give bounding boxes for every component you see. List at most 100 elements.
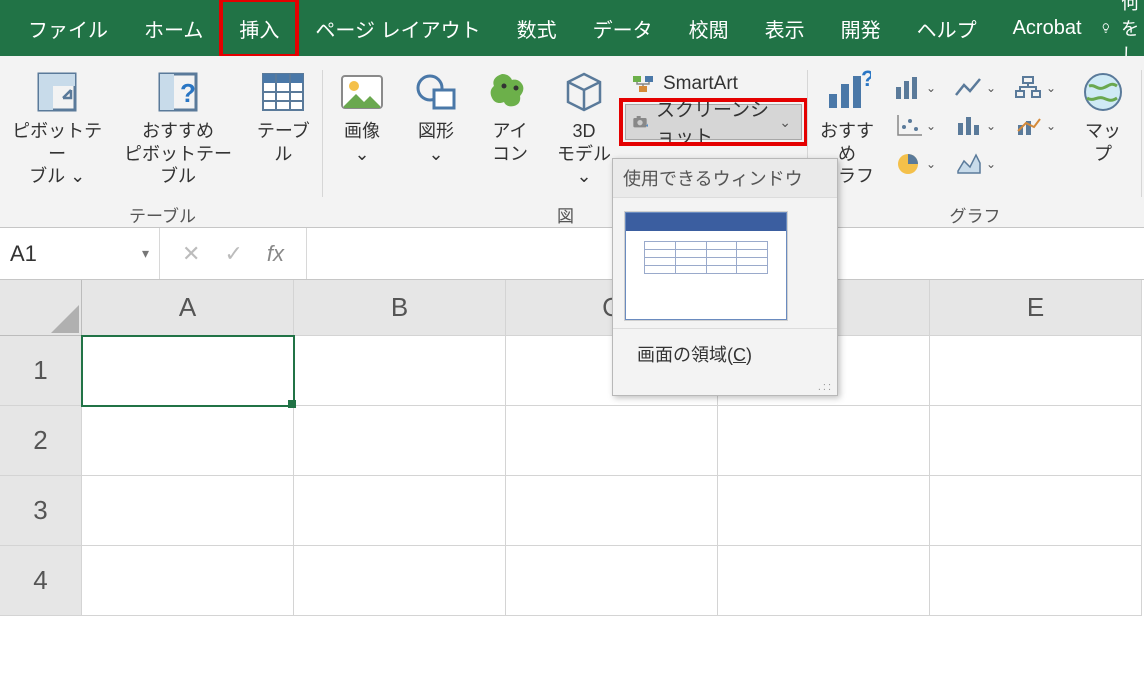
group-charts: ? おすすめ グラフ ⌄ ⌄ ⌄ ⌄ ⌄ ⌄ ⌄ ⌄ マッ プ — [808, 62, 1142, 227]
camera-icon: + — [632, 110, 648, 134]
cell-A4[interactable] — [82, 546, 294, 616]
tab-review[interactable]: 校閲 — [671, 0, 747, 56]
table-icon — [259, 68, 307, 116]
tab-home[interactable]: ホーム — [126, 0, 221, 56]
row-header-4[interactable]: 4 — [0, 546, 82, 616]
row-header-2[interactable]: 2 — [0, 406, 82, 476]
name-box-value: A1 — [10, 241, 37, 267]
recommended-pivottable-icon: ? — [154, 68, 202, 116]
cell-D3[interactable] — [718, 476, 930, 546]
row-header-3[interactable]: 3 — [0, 476, 82, 546]
screen-clipping-label: 画面の領域(C) — [637, 341, 752, 367]
maps-label: マッ プ — [1085, 120, 1121, 165]
chart-surface-button[interactable]: ⌄ — [948, 146, 1002, 182]
svg-text:+: + — [645, 122, 648, 129]
tab-page-layout[interactable]: ページ レイアウト — [297, 0, 498, 56]
tab-acrobat[interactable]: Acrobat — [995, 0, 1100, 56]
screenshot-dropdown: 使用できるウィンドウ + 画面の領域(C) .:: — [612, 158, 838, 396]
pictures-button[interactable]: 画像 ⌄ — [329, 66, 395, 167]
col-header-A[interactable]: A — [82, 280, 294, 336]
screen-clipping-button[interactable]: + 画面の領域(C) — [613, 328, 837, 381]
chevron-down-icon: ▾ — [142, 245, 149, 262]
tab-file[interactable]: ファイル — [10, 0, 126, 56]
table-button[interactable]: テーブル — [250, 66, 317, 167]
shapes-icon — [412, 68, 460, 116]
screenshot-button[interactable]: + スクリーンショット ⌄ — [625, 104, 802, 140]
chart-scatter-button[interactable]: ⌄ — [888, 108, 942, 144]
cell-B2[interactable] — [294, 406, 506, 476]
group-illustrations-label: 図 — [557, 201, 574, 227]
available-windows-header: 使用できるウィンドウ — [613, 159, 837, 198]
tab-insert[interactable]: 挿入 — [221, 0, 297, 56]
group-tables-label: テーブル — [129, 201, 196, 227]
cell-C2[interactable] — [506, 406, 718, 476]
cell-B4[interactable] — [294, 546, 506, 616]
smartart-icon — [631, 72, 655, 96]
cell-A1[interactable] — [82, 336, 294, 406]
tab-formulas[interactable]: 数式 — [499, 0, 575, 56]
cell-B3[interactable] — [294, 476, 506, 546]
formula-bar: A1 ▾ ✕ ✓ fx — [0, 228, 1144, 280]
col-header-B[interactable]: B — [294, 280, 506, 336]
cell-B1[interactable] — [294, 336, 506, 406]
cell-E4[interactable] — [930, 546, 1142, 616]
pivottable-button[interactable]: ピボットテー ブル ⌄ — [8, 66, 106, 190]
cube-icon — [560, 68, 608, 116]
maps-button[interactable]: マッ プ — [1070, 66, 1136, 167]
svg-text:?: ? — [180, 78, 196, 108]
resize-grip-icon: .:: — [613, 381, 837, 395]
cell-A2[interactable] — [82, 406, 294, 476]
enter-icon[interactable]: ✓ — [224, 241, 242, 267]
pivottable-label: ピボットテー ブル ⌄ — [12, 120, 102, 188]
screenshot-label: スクリーンショット — [656, 95, 769, 149]
worksheet-grid: A B C D E 1 2 3 4 — [0, 280, 1144, 616]
cell-D2[interactable] — [718, 406, 930, 476]
globe-icon — [1079, 68, 1127, 116]
pictures-icon — [338, 68, 386, 116]
group-charts-label: グラフ — [950, 201, 1001, 227]
table-label: テーブル — [254, 120, 313, 165]
select-all-corner[interactable] — [0, 280, 82, 336]
recommended-pivottable-button[interactable]: ? おすすめ ピボットテーブル — [114, 66, 241, 190]
cell-C4[interactable] — [506, 546, 718, 616]
recommended-charts-icon: ? — [823, 68, 871, 116]
name-box[interactable]: A1 ▾ — [0, 228, 160, 279]
chart-type-gallery: ⌄ ⌄ ⌄ ⌄ ⌄ ⌄ ⌄ ⌄ — [888, 66, 1062, 182]
lightbulb-icon — [1100, 17, 1112, 39]
svg-text:?: ? — [861, 68, 871, 91]
tab-data[interactable]: データ — [575, 0, 671, 56]
chart-column-button[interactable]: ⌄ — [888, 70, 942, 106]
cell-E3[interactable] — [930, 476, 1142, 546]
chevron-down-icon: ⌄ — [779, 114, 791, 131]
shapes-button[interactable]: 図形 ⌄ — [403, 66, 469, 167]
row-header-1[interactable]: 1 — [0, 336, 82, 406]
3d-models-label: 3D モデル ⌄ — [555, 120, 613, 188]
recommended-pivottable-label: おすすめ ピボットテーブル — [118, 120, 237, 188]
shapes-label: 図形 ⌄ — [418, 120, 454, 165]
col-header-E[interactable]: E — [930, 280, 1142, 336]
ribbon-tabstrip: ファイル ホーム 挿入 ページ レイアウト 数式 データ 校閲 表示 開発 ヘル… — [0, 0, 1144, 56]
chart-line-button[interactable]: ⌄ — [948, 70, 1002, 106]
cell-C3[interactable] — [506, 476, 718, 546]
pictures-label: 画像 ⌄ — [344, 120, 380, 165]
tab-help[interactable]: ヘルプ — [899, 0, 995, 56]
cancel-icon[interactable]: ✕ — [182, 241, 200, 267]
pivottable-icon — [33, 68, 81, 116]
cell-A3[interactable] — [82, 476, 294, 546]
chart-statistic-button[interactable]: ⌄ — [948, 108, 1002, 144]
icons-button[interactable]: アイ コン — [477, 66, 543, 167]
icons-icon — [486, 68, 534, 116]
3d-models-button[interactable]: 3D モデル ⌄ — [551, 66, 617, 190]
tab-developer[interactable]: 開発 — [823, 0, 899, 56]
smartart-label: SmartArt — [663, 73, 738, 95]
chart-hierarchy-button[interactable]: ⌄ — [1008, 70, 1062, 106]
tab-view[interactable]: 表示 — [747, 0, 823, 56]
group-tables: ピボットテー ブル ⌄ ? おすすめ ピボットテーブル テーブル テーブル — [2, 62, 323, 227]
chart-pie-button[interactable]: ⌄ — [888, 146, 942, 182]
fx-icon[interactable]: fx — [267, 241, 284, 267]
chart-combo-button[interactable]: ⌄ — [1008, 108, 1062, 144]
cell-E2[interactable] — [930, 406, 1142, 476]
window-thumbnail[interactable] — [625, 212, 787, 320]
cell-E1[interactable] — [930, 336, 1142, 406]
cell-D4[interactable] — [718, 546, 930, 616]
